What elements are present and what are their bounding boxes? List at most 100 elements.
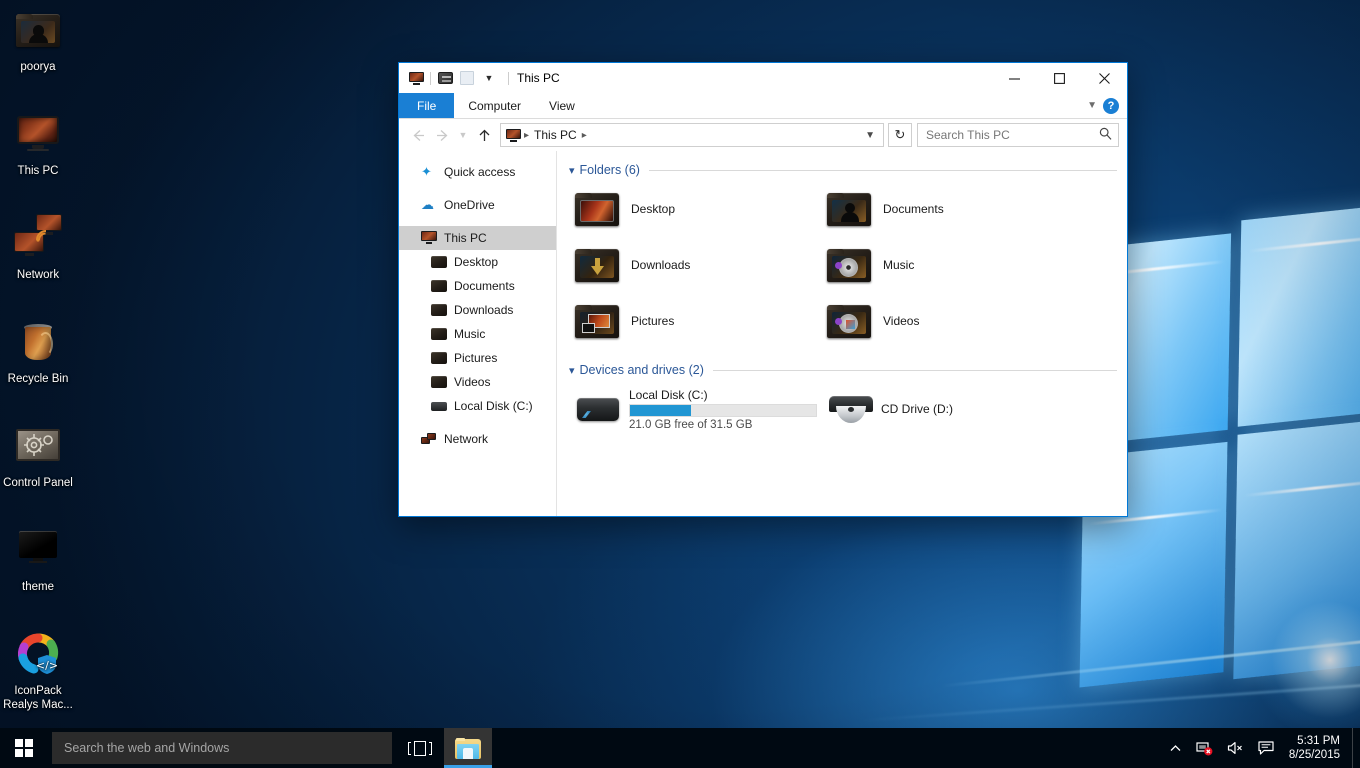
computer-monitor-icon [14, 110, 62, 158]
desktop-icon-control-panel[interactable]: Control Panel [0, 422, 76, 490]
pictures-folder-icon [575, 301, 621, 341]
start-button[interactable] [0, 728, 48, 768]
content-pane[interactable]: ▾ Folders (6) Desktop [557, 151, 1127, 516]
volume-muted-icon[interactable] [1220, 728, 1251, 768]
breadcrumb-separator[interactable]: ▸ [581, 130, 588, 141]
window-controls[interactable] [992, 63, 1127, 93]
network-icon[interactable] [1189, 728, 1220, 768]
show-desktop-button[interactable] [1352, 728, 1360, 768]
minimize-button[interactable] [992, 63, 1037, 93]
nav-item-network[interactable]: Network [399, 427, 556, 451]
qat-new-folder-button[interactable] [456, 67, 478, 89]
forward-button[interactable] [431, 123, 453, 147]
nav-item-music[interactable]: Music [399, 322, 556, 346]
nav-item-pictures[interactable]: Pictures [399, 346, 556, 370]
tab-file[interactable]: File [399, 93, 454, 118]
nav-item-onedrive[interactable]: ☁ OneDrive [399, 193, 556, 217]
nav-item-label: Videos [454, 375, 490, 389]
address-bar-row[interactable]: ▼ ▸ This PC ▸ ▼ ↻ Search This PC [399, 119, 1127, 151]
ribbon-collapse-chevron-down-icon[interactable]: ▼ [1087, 100, 1097, 111]
group-header-folders[interactable]: ▾ Folders (6) [569, 163, 1117, 177]
quick-access-toolbar[interactable]: ▼ [405, 67, 500, 89]
back-button[interactable] [407, 123, 429, 147]
drive-label: CD Drive (D:) [881, 402, 953, 416]
help-button[interactable]: ? [1103, 98, 1119, 114]
desktop-icon-poorya[interactable]: poorya [0, 6, 76, 74]
task-view-button[interactable] [396, 728, 444, 768]
close-button[interactable] [1082, 63, 1127, 93]
clock[interactable]: 5:31 PM 8/25/2015 [1281, 728, 1352, 768]
tab-view[interactable]: View [535, 93, 589, 118]
refresh-button[interactable]: ↻ [888, 123, 912, 147]
theme-monitor-icon [14, 526, 62, 574]
collapse-chevron-down-icon[interactable]: ▾ [569, 164, 575, 177]
folders-grid: Desktop Documents [569, 181, 1117, 349]
videos-folder-icon [827, 301, 873, 341]
drive-tile-local-disk-c[interactable]: Local Disk (C:) 21.0 GB free of 31.5 GB [569, 381, 821, 437]
desktop-icon-this-pc[interactable]: This PC [0, 110, 76, 178]
collapse-chevron-down-icon[interactable]: ▾ [569, 364, 575, 377]
group-rule [649, 170, 1117, 171]
capacity-bar [629, 404, 817, 417]
group-header-label: Devices and drives (2) [580, 363, 704, 377]
desktop[interactable]: poorya This PC Network [0, 0, 1360, 768]
taskbar-search-input[interactable]: Search the web and Windows [52, 732, 392, 764]
desktop-icon-recycle-bin[interactable]: Recycle Bin [0, 318, 76, 386]
qat-this-pc-icon[interactable] [405, 67, 427, 89]
folder-tile-videos[interactable]: Videos [821, 293, 1073, 349]
folder-tile-music[interactable]: Music [821, 237, 1073, 293]
nav-item-label: OneDrive [444, 198, 495, 212]
action-center-icon[interactable] [1251, 728, 1281, 768]
breadcrumb-this-pc[interactable]: This PC [530, 127, 581, 143]
breadcrumb-separator: ▸ [523, 130, 530, 141]
nav-item-this-pc[interactable]: This PC [399, 226, 556, 250]
desktop-icon-iconpack[interactable]: </> IconPack Realys Mac... [0, 630, 76, 712]
qat-properties-button[interactable] [434, 67, 456, 89]
title-bar[interactable]: ▼ This PC [399, 63, 1127, 93]
nav-item-desktop[interactable]: Desktop [399, 250, 556, 274]
ribbon-tabs[interactable]: File Computer View ▼ ? [399, 93, 1127, 119]
desktop-icon-theme[interactable]: theme [0, 526, 76, 594]
group-header-devices[interactable]: ▾ Devices and drives (2) [569, 363, 1117, 377]
desktop-icon-label: theme [0, 580, 76, 594]
taskbar[interactable]: Search the web and Windows [0, 728, 1360, 768]
show-hidden-icons-button[interactable] [1162, 728, 1189, 768]
drive-tile-cd-drive-d[interactable]: CD Drive (D:) [821, 381, 1073, 437]
tab-computer[interactable]: Computer [454, 93, 535, 118]
nav-item-quick-access[interactable]: ✦ Quick access [399, 160, 556, 184]
folder-tile-documents[interactable]: Documents [821, 181, 1073, 237]
search-input[interactable]: Search This PC [917, 123, 1119, 147]
hdd-icon [431, 398, 447, 414]
taskbar-app-file-explorer[interactable] [444, 728, 492, 768]
group-rule [713, 370, 1117, 371]
system-tray[interactable]: 5:31 PM 8/25/2015 [1162, 728, 1360, 768]
star-icon: ✦ [421, 164, 437, 180]
maximize-button[interactable] [1037, 63, 1082, 93]
nav-item-local-disk-c[interactable]: Local Disk (C:) [399, 394, 556, 418]
address-dropdown-chevron-down-icon[interactable]: ▼ [859, 130, 881, 141]
drive-label: Local Disk (C:) [629, 388, 817, 402]
windows-logo-icon [15, 739, 33, 757]
cd-drive-icon [827, 390, 873, 428]
file-explorer-window[interactable]: ▼ This PC File [398, 62, 1128, 517]
folder-tile-pictures[interactable]: Pictures [569, 293, 821, 349]
control-panel-icon [14, 422, 62, 470]
nav-item-videos[interactable]: Videos [399, 370, 556, 394]
folder-tile-desktop[interactable]: Desktop [569, 181, 821, 237]
nav-item-documents[interactable]: Documents [399, 274, 556, 298]
task-view-icon [410, 741, 430, 756]
up-button[interactable] [473, 123, 495, 147]
desktop-folder-icon [575, 189, 621, 229]
nav-item-label: Local Disk (C:) [454, 399, 533, 413]
folder-tile-downloads[interactable]: Downloads [569, 237, 821, 293]
taskbar-search-placeholder: Search the web and Windows [64, 741, 229, 755]
navigation-pane[interactable]: ✦ Quick access ☁ OneDrive This PC [399, 151, 557, 516]
breadcrumb-this-pc-icon [506, 129, 521, 142]
qat-customize-chevron-down-icon[interactable]: ▼ [478, 67, 500, 89]
address-field[interactable]: ▸ This PC ▸ ▼ [500, 123, 884, 147]
desktop-icon-label: Recycle Bin [0, 372, 76, 386]
recent-locations-chevron-down-icon[interactable]: ▼ [455, 123, 471, 147]
nav-item-downloads[interactable]: Downloads [399, 298, 556, 322]
qat-divider [430, 72, 431, 85]
desktop-icon-network[interactable]: Network [0, 214, 76, 282]
